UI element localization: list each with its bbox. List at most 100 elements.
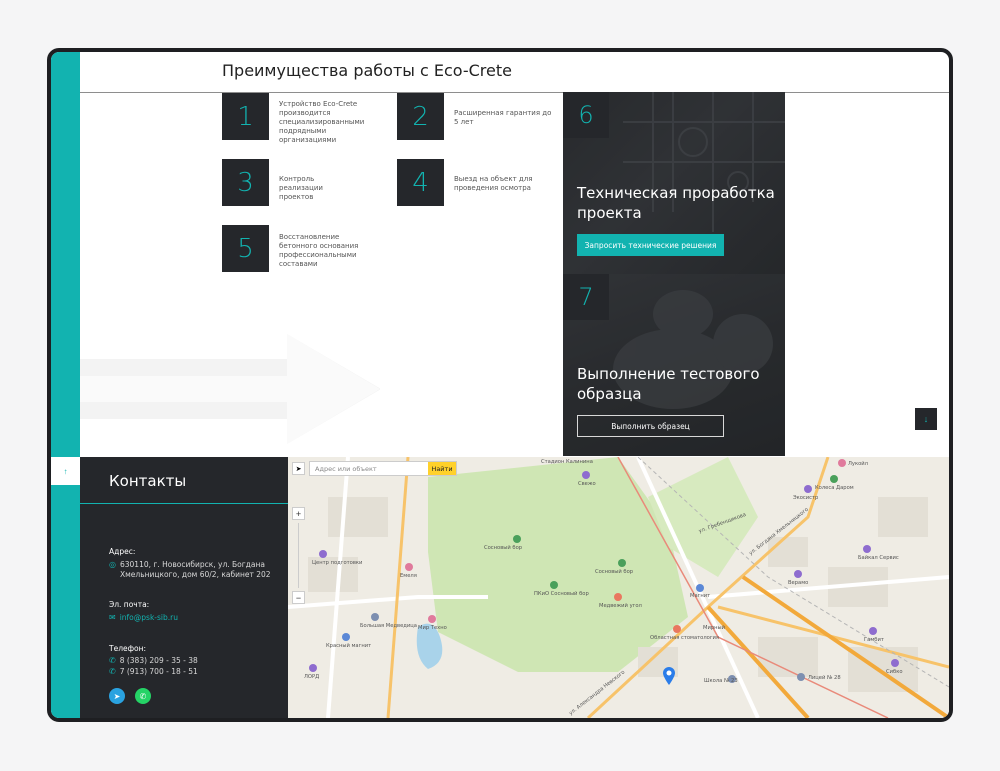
email-row: ✉ info@psk-sib.ru [109,613,178,623]
browser-frame: Преимущества работы с Eco-Crete 1 Устрой… [47,48,953,722]
poi-pin[interactable] [618,559,626,567]
poi-pin[interactable] [830,475,838,483]
map-label: Колеса Даром [815,485,854,491]
advantage-text-1: Устройство Eco-Crete производится специа… [279,100,365,144]
poi-pin[interactable] [797,673,805,681]
contacts-panel: Контакты Адрес: ◎ 630110, г. Новосибирск… [80,457,288,718]
poi-pin[interactable] [582,471,590,479]
advantage-number-5: 5 [222,225,269,272]
map-find-button[interactable]: Найти [428,462,456,475]
map-label: Сибко [886,669,903,675]
poi-pin[interactable] [891,659,899,667]
map-label: Магнит [690,593,711,599]
map-label: Большая Медведица [360,623,417,629]
map-search[interactable]: Адрес или объект Найти [309,461,457,476]
poi-pin[interactable] [863,545,871,553]
card-title-7: Выполнение тестового образца [577,365,760,403]
make-sample-button[interactable]: Выполнить образец [577,415,724,437]
email-link[interactable]: info@psk-sib.ru [120,613,178,623]
advantage-text-3: Контроль реализации проектов [279,175,323,201]
zoom-in-icon[interactable]: + [292,507,305,520]
request-tech-solutions-button[interactable]: Запросить технические решения [577,234,724,256]
poi-pin[interactable] [550,581,558,589]
arrow-up-icon[interactable]: ↑ [51,457,80,485]
map-label: ПКиО Сосновый бор [534,591,589,597]
map-label: Школа № 23 [704,678,738,684]
map-label: ЛОРД [304,674,320,680]
advantage-number-3: 3 [222,159,269,206]
card-number-6: 6 [563,92,609,138]
advantage-number-1: 1 [222,93,269,140]
map-label: Областная стоматология [650,635,720,641]
advantage-text-4: Выезд на объект для проведения осмотра [454,175,533,192]
zoom-out-icon[interactable]: − [292,591,305,604]
locate-icon[interactable]: ➤ [292,462,305,475]
arrow-down-icon[interactable]: ↓ [915,408,937,430]
map-label: Центр подготовки [312,560,363,566]
location-pin-icon: ◎ [109,560,116,569]
poi-pin[interactable] [614,593,622,601]
phone-label: Телефон: [109,644,147,653]
map-label: Байкал Сервис [858,555,899,561]
poi-pin[interactable] [309,664,317,672]
phone-2[interactable]: 7 (913) 700 - 18 - 51 [120,667,198,677]
phone-row-1: ✆ 8 (383) 209 - 35 - 38 [109,656,198,666]
mail-icon: ✉ [109,613,116,622]
map-label: Верамо [788,580,809,586]
contacts-title: Контакты [109,472,187,490]
map-label: Лукойл [848,461,868,467]
phone-icon: ✆ [109,656,116,665]
advantage-number-2: 2 [397,93,444,140]
map-label: Свежо [578,481,596,487]
top-divider [80,92,949,93]
email-label: Эл. почта: [109,600,150,609]
advantage-number-4: 4 [397,159,444,206]
poi-pin[interactable] [804,485,812,493]
advantages-title: Преимущества работы с Eco-Crete [222,61,512,80]
map-label: Мирный [703,625,725,631]
phone-row-2: ✆ 7 (913) 700 - 18 - 51 [109,667,198,677]
map-label: Емеля [400,573,417,579]
office-marker-icon[interactable] [663,667,675,685]
map-label: Сосновый бор [484,545,523,551]
map-search-input[interactable]: Адрес или объект [310,465,428,473]
map-label: Сосновый бор [595,569,634,575]
map-label: Красный магнит [326,643,372,649]
poi-pin[interactable] [838,459,846,467]
map-label: Медвежий угол [599,603,642,609]
contacts-divider [80,503,288,504]
zoom-slider[interactable] [298,523,299,588]
whatsapp-icon[interactable]: ✆ [135,688,151,704]
poi-pin[interactable] [405,563,413,571]
card-number-7: 7 [563,274,609,320]
address-label: Адрес: [109,547,136,556]
phone-1[interactable]: 8 (383) 209 - 35 - 38 [120,656,198,666]
poi-pin[interactable] [371,613,379,621]
card-title-6: Техническая проработка проекта [577,184,775,222]
teal-side-bar [51,52,80,718]
map-label: Стадион Калинина [541,459,593,465]
poi-pin[interactable] [319,550,327,558]
poi-pin[interactable] [794,570,802,578]
tech-project-card: 6 Техническая проработка проекта Запроси… [563,92,785,274]
map-label: Лицей № 28 [808,675,841,681]
phone-icon: ✆ [109,667,116,676]
telegram-icon[interactable]: ➤ [109,688,125,704]
poi-pin[interactable] [513,535,521,543]
map-label: Мир Техно [418,625,447,631]
advantage-text-5: Восстановление бетонного основания профе… [279,233,359,268]
address-row: ◎ 630110, г. Новосибирск, ул. Богдана Хм… [109,560,279,580]
address-text: 630110, г. Новосибирск, ул. Богдана Хмел… [119,560,271,579]
map-label: Гамбит [864,637,884,643]
poi-pin[interactable] [673,625,681,633]
poi-pin[interactable] [342,633,350,641]
poi-pin[interactable] [428,615,436,623]
poi-pin[interactable] [696,584,704,592]
map[interactable]: ➤ Адрес или объект Найти + − Центр подго… [288,457,949,718]
advantage-text-2: Расширенная гарантия до 5 лет [454,109,552,126]
decorative-arrow-icon [80,334,380,444]
test-sample-card: 7 Выполнение тестового образца Выполнить… [563,274,785,456]
poi-pin[interactable] [869,627,877,635]
map-label: Экосистр [793,495,819,501]
page: Преимущества работы с Eco-Crete 1 Устрой… [51,52,949,718]
